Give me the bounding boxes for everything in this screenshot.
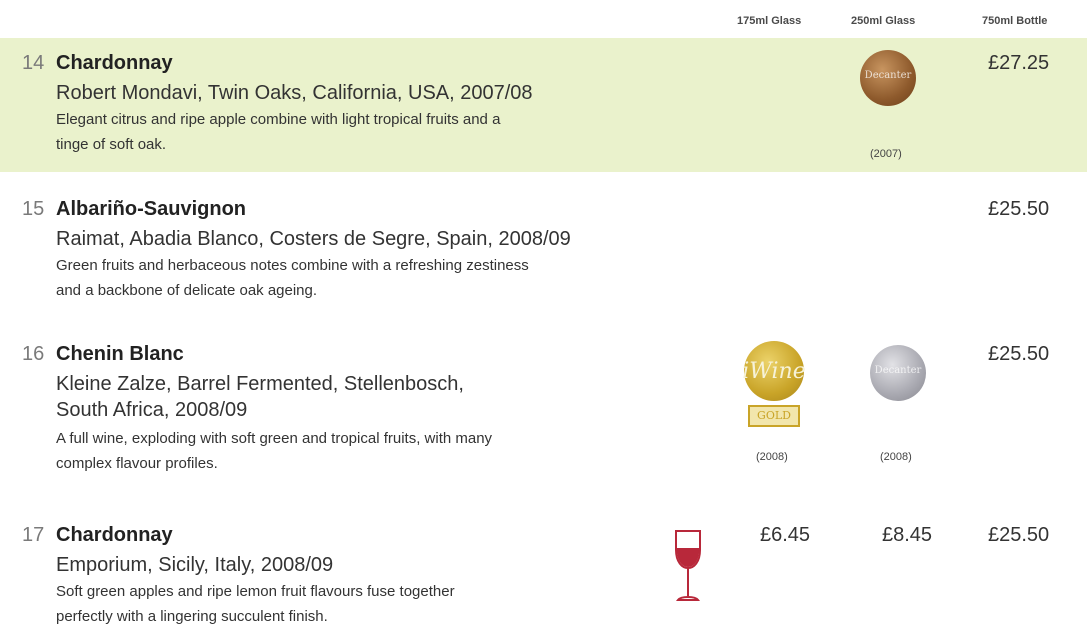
wine-description-line: Green fruits and herbaceous notes combin…	[56, 257, 529, 274]
wine-item: 14 Chardonnay Robert Mondavi, Twin Oaks,…	[0, 38, 1087, 172]
wine-description-line: complex flavour profiles.	[56, 455, 218, 472]
wine-name: Chardonnay	[56, 524, 173, 546]
wine-item: 16 Chenin Blanc Kleine Zalze, Barrel Fer…	[0, 341, 1087, 493]
wine-description-line: A full wine, exploding with soft green a…	[56, 430, 493, 447]
wine-item: 15 Albariño-Sauvignon Raimat, Abadia Bla…	[0, 198, 1087, 318]
wine-producer: Raimat, Abadia Blanco, Costers de Segre,…	[56, 228, 571, 250]
iwine-gold-award-icon: iWine GOLD	[738, 341, 810, 433]
wine-number: 17	[22, 524, 45, 546]
wine-name: Chenin Blanc	[56, 343, 184, 365]
wine-name: Albariño-Sauvignon	[56, 198, 246, 220]
wine-name: Chardonnay	[56, 52, 173, 74]
wine-description-line: Elegant citrus and ripe apple combine wi…	[56, 111, 501, 128]
award-year: (2008)	[756, 451, 788, 463]
award-year: (2008)	[880, 451, 912, 463]
wine-item: 17 Chardonnay Emporium, Sicily, Italy, 2…	[0, 524, 1087, 633]
price-bottle: £25.50	[988, 198, 1050, 220]
award-year: (2007)	[870, 148, 902, 160]
header-750ml-bottle: 750ml Bottle	[982, 15, 1048, 27]
price-175ml-glass: £6.45	[760, 524, 811, 546]
decanter-bronze-medal-icon: Decanter	[860, 50, 916, 106]
wine-description-line: Soft green apples and ripe lemon fruit f…	[56, 583, 455, 600]
wine-producer: Robert Mondavi, Twin Oaks, California, U…	[56, 82, 533, 104]
wine-producer: Emporium, Sicily, Italy, 2008/09	[56, 554, 334, 576]
header-250ml-glass: 250ml Glass	[851, 15, 916, 27]
column-headers: 175ml Glass 250ml Glass 750ml Bottle	[0, 15, 1087, 31]
price-250ml-glass: £8.45	[882, 524, 933, 546]
price-bottle: £25.50	[988, 524, 1050, 546]
price-bottle: £25.50	[988, 343, 1050, 365]
wine-glass-icon	[675, 530, 701, 601]
decanter-silver-medal-icon: Decanter	[870, 345, 926, 401]
price-bottle: £27.25	[988, 52, 1050, 74]
wine-description-line: perfectly with a lingering succulent fin…	[56, 608, 328, 625]
wine-producer-line: South Africa, 2008/09	[56, 399, 248, 421]
header-175ml-glass: 175ml Glass	[737, 15, 802, 27]
wine-description-line: and a backbone of delicate oak ageing.	[56, 282, 318, 299]
wine-description-line: tinge of soft oak.	[56, 136, 167, 153]
wine-producer-line: Kleine Zalze, Barrel Fermented, Stellenb…	[56, 373, 464, 395]
wine-number: 15	[22, 198, 45, 220]
wine-number: 16	[22, 343, 45, 365]
wine-number: 14	[22, 52, 45, 74]
